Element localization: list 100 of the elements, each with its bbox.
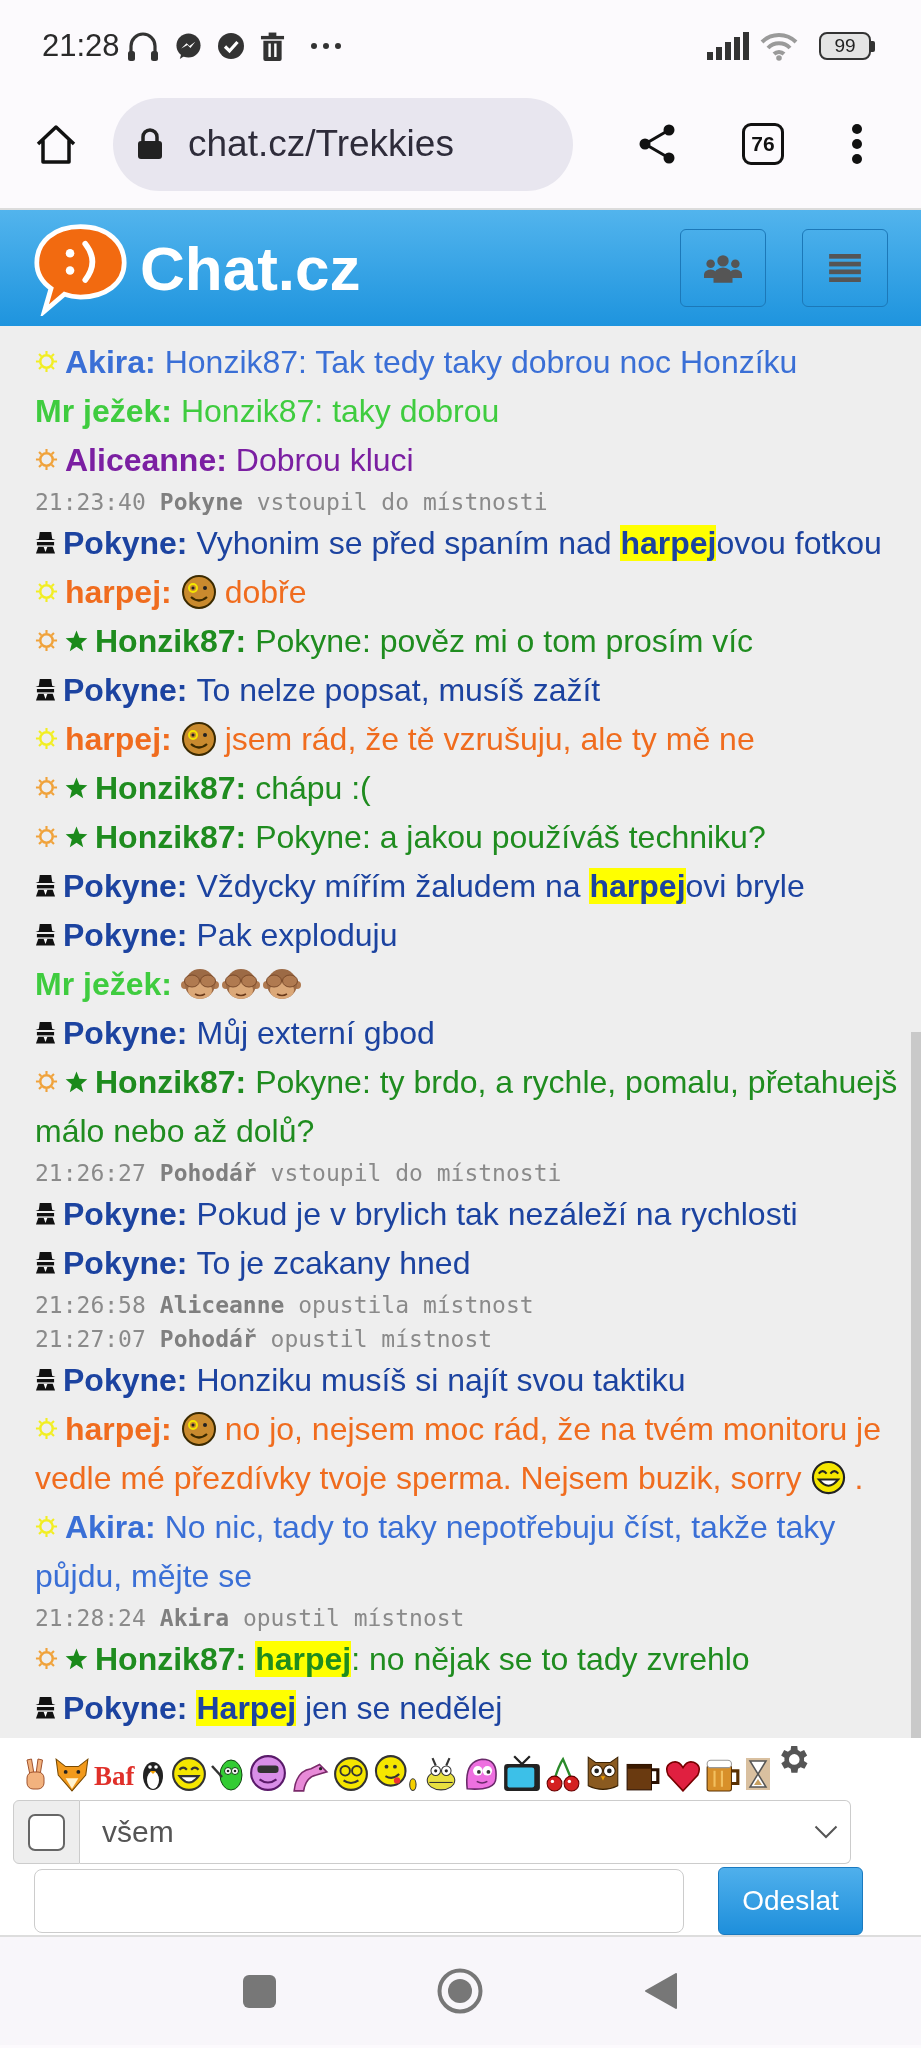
nickname[interactable]: harpej: [65, 721, 172, 757]
tv-icon[interactable] [502, 1754, 541, 1792]
trash-icon [259, 31, 285, 61]
alien-icon[interactable] [210, 1756, 245, 1792]
message-text: málo nebo až dolů? [35, 1113, 315, 1149]
nickname[interactable]: Pokyne: [63, 672, 188, 708]
nickname[interactable]: harpej: [65, 574, 172, 610]
menu-icon [828, 254, 862, 282]
smiley-icon [180, 573, 217, 610]
scrollbar-thumb[interactable] [911, 1032, 921, 1738]
nickname[interactable]: Pokyne: [63, 1015, 188, 1051]
nickname[interactable]: Aliceanne: [65, 442, 227, 478]
event-time: 21:23:40 [35, 489, 146, 515]
star-icon [65, 825, 88, 848]
more-options-icon[interactable] [851, 123, 863, 165]
message-text: Pokyne: a jakou používáš techniku? [255, 819, 766, 855]
tab-switcher-button[interactable]: 76 [742, 123, 784, 165]
nickname[interactable]: Honzik87: [95, 819, 247, 855]
nickname[interactable]: Pokyne: [63, 525, 188, 561]
message-text: Můj externí gbod [196, 1015, 435, 1051]
headphones-icon [125, 30, 160, 62]
message-text: No nic, tady to taky nepotřebuju číst, takže taky [164, 1509, 836, 1545]
nickname[interactable]: Pokyne: [63, 868, 188, 904]
message-text: no jo, nejsem moc rád, že na tvém monitoru je [224, 1411, 881, 1447]
home-icon[interactable] [35, 124, 77, 164]
tongue-smiley-icon[interactable] [372, 1754, 419, 1792]
message-text: . [854, 1460, 864, 1496]
nickname[interactable]: Pokyne: [63, 917, 188, 953]
overflow-dots-icon [309, 42, 342, 50]
spy-icon [35, 1696, 56, 1720]
nickname[interactable]: harpej: [65, 1411, 172, 1447]
smiley-icon [180, 720, 217, 757]
star-icon [65, 776, 88, 799]
recipient-select[interactable]: všem [80, 1800, 851, 1864]
clock: 21:28 [42, 28, 120, 64]
star-icon [65, 629, 88, 652]
spy-icon [35, 678, 56, 702]
nickname[interactable]: Akira: [65, 1509, 156, 1545]
fox-icon[interactable] [54, 1756, 90, 1792]
monkey-icon [262, 966, 301, 1001]
share-icon[interactable] [638, 124, 676, 164]
smiley-icon [180, 1410, 217, 1447]
nickname[interactable]: Honzik87: [95, 770, 247, 806]
nickname[interactable]: Pokyne: [63, 1362, 188, 1398]
home-button-icon[interactable] [437, 1968, 483, 2014]
message-text: jsem rád, že tě vzrušuju, ale ty mě ne [224, 721, 755, 757]
logo-text[interactable]: Chat.cz [140, 232, 361, 304]
nickname[interactable]: Honzik87: [95, 623, 247, 659]
hourglass-icon[interactable] [744, 1756, 771, 1792]
event-time: 21:26:27 [35, 1160, 146, 1186]
message-text: chápu :( [255, 770, 371, 806]
spy-icon [35, 1368, 56, 1392]
message-text: Honzik87: taky dobrou [180, 393, 500, 429]
chevron-down-icon [814, 1825, 838, 1839]
nickname[interactable]: Honzik87: [95, 1064, 247, 1100]
nickname[interactable]: Pokyne: [63, 1245, 188, 1281]
nickname[interactable]: Honzik87: [95, 1641, 247, 1677]
battery-indicator: 99 [819, 32, 875, 60]
cherries-icon[interactable] [544, 1756, 581, 1792]
message-text: Pokyne: ty brdo, a rychle, pomalu, přetahuejš [255, 1064, 898, 1100]
glasses-smiley-icon[interactable] [332, 1756, 369, 1792]
nickname[interactable]: Pokyne: [63, 1196, 188, 1232]
wifi-icon [759, 31, 799, 61]
checkbox[interactable] [28, 1813, 65, 1851]
message-text: To nelze popsat, musíš zažít [196, 672, 601, 708]
message-input[interactable] [34, 1869, 684, 1933]
event-text: Pohodář opustil místnost [159, 1326, 493, 1352]
message-text: Honzik87: Tak tedy taky dobrou noc Honzíku [164, 344, 798, 380]
recent-apps-icon[interactable] [243, 1974, 276, 2008]
back-icon[interactable] [645, 1973, 677, 2009]
event-time: 21:28:24 [35, 1605, 146, 1631]
menu-button[interactable] [802, 229, 888, 307]
star-icon [65, 1647, 88, 1670]
users-icon [704, 252, 742, 284]
message-text: dobře [224, 574, 307, 610]
spy-icon [35, 531, 56, 555]
message-text: Pokud je v brylich tak nezáleží na rychlosti [196, 1196, 798, 1232]
event-time: 21:27:07 [35, 1326, 146, 1352]
event-text: Akira opustil místnost [159, 1605, 465, 1631]
message-text: harpej: no nějak se to tady zvrehlo [255, 1641, 750, 1677]
spy-icon [35, 923, 56, 947]
laughing-smiley-icon[interactable] [170, 1756, 207, 1792]
text-emoticon[interactable]: Baf [94, 1760, 135, 1792]
monkey-icon [221, 966, 260, 1001]
address-bar[interactable]: chat.cz/Trekkies [113, 97, 573, 191]
heart-icon[interactable] [664, 1758, 701, 1792]
spy-icon [35, 1251, 56, 1275]
nickname[interactable]: Akira: [65, 344, 156, 380]
settings-icon[interactable] [780, 1746, 809, 1774]
event-time: 21:26:58 [35, 1292, 146, 1318]
laughing-smiley-icon [811, 1460, 847, 1496]
message-text: Honziku musíš si najít svou taktiku [196, 1362, 686, 1398]
spy-icon [35, 1202, 56, 1226]
nickname[interactable]: Pokyne: [63, 1690, 188, 1726]
sunglasses-smiley-icon[interactable] [248, 1754, 287, 1792]
users-button[interactable] [680, 229, 766, 307]
spy-icon [35, 1021, 56, 1045]
message-text: Harpej jen se nedělej [196, 1690, 503, 1726]
message-text: půjdu, mějte se [35, 1558, 252, 1594]
send-button[interactable]: Odeslat [718, 1867, 863, 1935]
